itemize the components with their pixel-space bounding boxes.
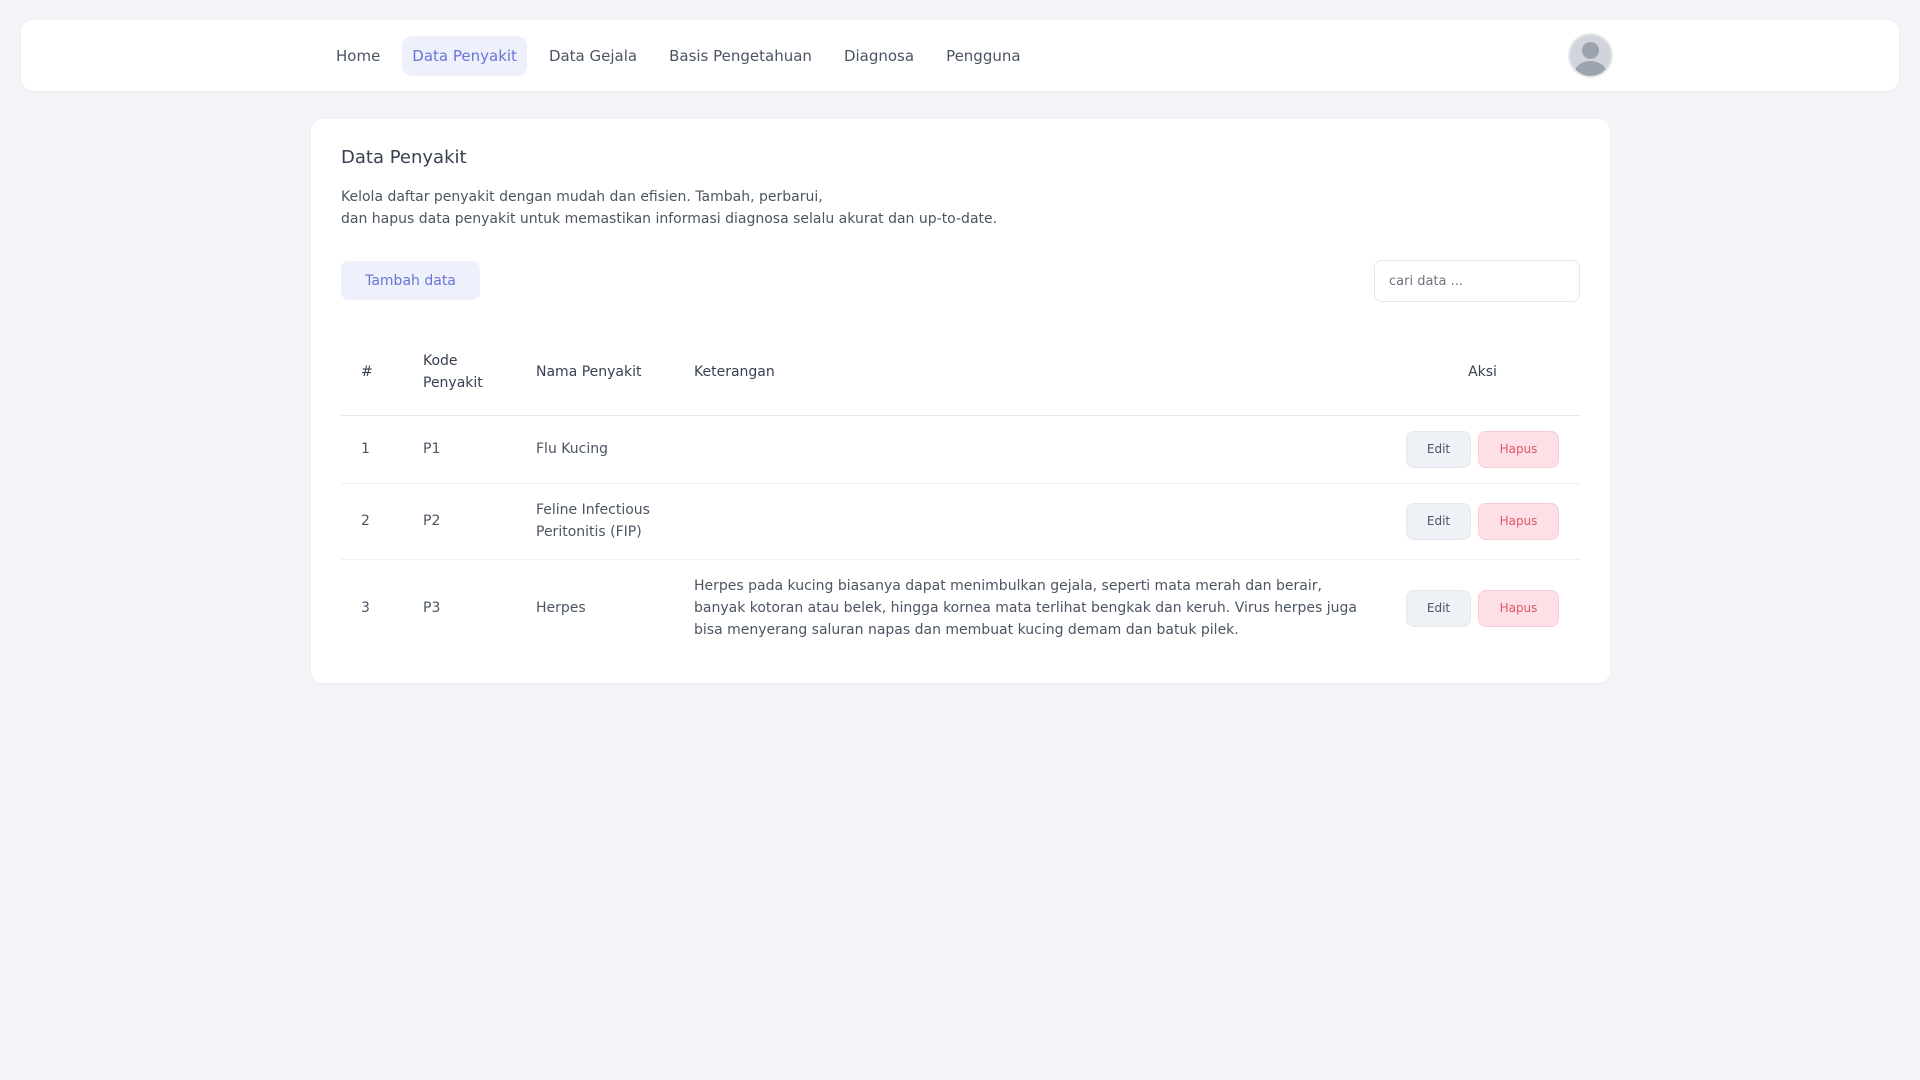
cell-aksi: Edit Hapus (1385, 483, 1580, 560)
header-nama: Nama Penyakit (516, 329, 674, 416)
nav-item-pengguna[interactable]: Pengguna (936, 36, 1031, 76)
penyakit-table: # Kode Penyakit Nama Penyakit Keterangan… (341, 329, 1580, 657)
cell-num: 3 (361, 600, 370, 617)
search-input[interactable] (1374, 260, 1580, 302)
add-data-button[interactable]: Tambah data (341, 261, 480, 300)
cell-aksi: Edit Hapus (1385, 415, 1580, 484)
table-header-row: # Kode Penyakit Nama Penyakit Keterangan… (341, 329, 1580, 416)
edit-button[interactable]: Edit (1406, 502, 1471, 540)
edit-button[interactable]: Edit (1406, 430, 1471, 468)
description-line-2: dan hapus data penyakit untuk memastikan… (341, 211, 998, 227)
nav-item-data-penyakit[interactable]: Data Penyakit (402, 36, 527, 76)
avatar-head (1582, 42, 1599, 59)
cell-kode: P2 (403, 483, 516, 560)
cell-kode: P1 (403, 415, 516, 484)
delete-button[interactable]: Hapus (1478, 430, 1559, 468)
table-row: 2 P2 Feline Infectious Peritonitis (FIP)… (341, 483, 1580, 560)
nav-item-data-gejala[interactable]: Data Gejala (539, 36, 647, 76)
user-avatar-icon[interactable] (1570, 35, 1611, 76)
header-kode-line-1: Kode (423, 352, 458, 369)
cell-num: 1 (341, 415, 403, 484)
nav-item-basis-pengetahuan[interactable]: Basis Pengetahuan (659, 36, 822, 76)
table-row: 1 P1 Flu Kucing Edit Hapus (341, 415, 1580, 484)
action-group: Edit Hapus (1405, 430, 1560, 468)
description-line-1: Kelola daftar penyakit dengan mudah dan … (341, 189, 823, 205)
nav-item-home[interactable]: Home (326, 36, 390, 76)
cell-keterangan (674, 415, 1385, 484)
top-navbar: Home Data Penyakit Data Gejala Basis Pen… (21, 20, 1899, 91)
nav-item-diagnosa[interactable]: Diagnosa (834, 36, 924, 76)
action-group: Edit Hapus (1405, 502, 1560, 540)
delete-button[interactable]: Hapus (1478, 589, 1559, 627)
header-kode: Kode Penyakit (403, 329, 516, 416)
cell-aksi: Edit Hapus (1385, 559, 1580, 657)
page-title: Data Penyakit (341, 147, 467, 168)
header-num: # (341, 329, 403, 416)
cell-keterangan: Herpes pada kucing biasanya dapat menimb… (694, 578, 1357, 639)
nav-menu: Home Data Penyakit Data Gejala Basis Pen… (326, 36, 1031, 76)
cell-num: 2 (341, 483, 403, 560)
header-keterangan: Keterangan (674, 329, 1385, 416)
cell-keterangan (674, 483, 1385, 560)
cell-nama: Feline Infectious Peritonitis (FIP) (516, 483, 674, 560)
header-kode-line-2: Penyakit (423, 374, 483, 391)
header-aksi: Aksi (1385, 329, 1580, 416)
delete-button[interactable]: Hapus (1478, 502, 1559, 540)
cell-kode: P3 (423, 600, 441, 617)
edit-button[interactable]: Edit (1406, 589, 1471, 627)
data-penyakit-card: Data Penyakit Kelola daftar penyakit den… (311, 119, 1610, 683)
cell-nama: Flu Kucing (516, 415, 674, 484)
action-group: Edit Hapus (1405, 589, 1560, 627)
avatar-body (1575, 61, 1606, 76)
table-row: 3 P3 Herpes Herpes pada kucing biasanya … (341, 559, 1580, 657)
page-description: Kelola daftar penyakit dengan mudah dan … (341, 186, 997, 230)
cell-nama: Herpes (536, 600, 586, 617)
